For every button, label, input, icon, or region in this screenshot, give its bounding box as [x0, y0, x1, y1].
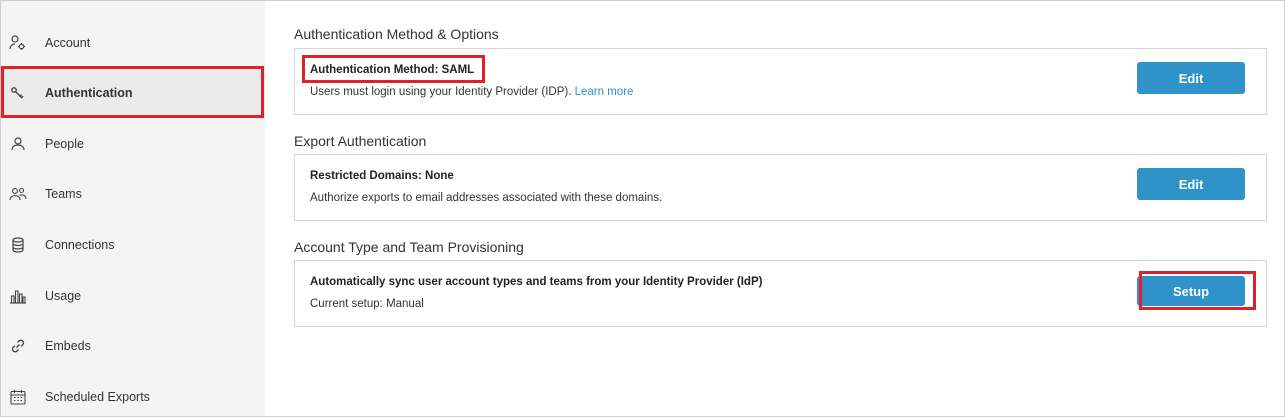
auth-method-title: Authentication Method: SAML: [310, 64, 475, 76]
sidebar-item-account[interactable]: Account: [1, 18, 265, 68]
export-auth-card: Restricted Domains: None Authorize expor…: [294, 154, 1267, 221]
provisioning-title: Automatically sync user account types an…: [310, 276, 763, 288]
sidebar-item-teams[interactable]: Teams: [1, 169, 265, 219]
sidebar-item-label: Connections: [45, 238, 115, 252]
section-title-export-auth: Export Authentication: [294, 133, 427, 149]
edit-auth-method-button[interactable]: Edit: [1137, 62, 1245, 94]
learn-more-link[interactable]: Learn more: [575, 86, 634, 98]
sidebar-item-label: Scheduled Exports: [45, 390, 150, 404]
main-content: Authentication Method & Options Authenti…: [266, 0, 1284, 417]
key-icon: [9, 84, 27, 102]
sidebar-item-label: Teams: [45, 187, 82, 201]
sidebar-item-label: Usage: [45, 289, 82, 303]
person-icon: [9, 135, 27, 153]
sidebar: Account Authentication People Teams Conn…: [1, 1, 265, 416]
sidebar-item-scheduled-exports[interactable]: Scheduled Exports: [1, 372, 265, 417]
auth-method-description: Users must login using your Identity Pro…: [310, 86, 633, 98]
sidebar-item-label: Authentication: [45, 86, 133, 100]
sidebar-item-people[interactable]: People: [1, 119, 265, 169]
sidebar-item-connections[interactable]: Connections: [1, 220, 265, 270]
restricted-domains-description: Authorize exports to email addresses ass…: [310, 192, 663, 204]
teams-icon: [9, 185, 27, 203]
sidebar-item-label: People: [45, 137, 84, 151]
restricted-domains-title: Restricted Domains: None: [310, 170, 454, 182]
calendar-icon: [9, 388, 27, 406]
provisioning-description: Current setup: Manual: [310, 298, 424, 310]
auth-method-desc-text: Users must login using your Identity Pro…: [310, 86, 572, 98]
account-settings-icon: [9, 34, 27, 52]
sidebar-item-label: Account: [45, 36, 91, 50]
edit-export-auth-button[interactable]: Edit: [1137, 168, 1245, 200]
sidebar-item-authentication[interactable]: Authentication: [1, 68, 265, 118]
link-icon: [9, 337, 27, 355]
section-title-provisioning: Account Type and Team Provisioning: [294, 239, 524, 255]
database-icon: [9, 236, 27, 254]
section-title-auth-method: Authentication Method & Options: [294, 26, 499, 42]
sidebar-item-label: Embeds: [45, 339, 91, 353]
sidebar-item-usage[interactable]: Usage: [1, 271, 265, 321]
setup-provisioning-button[interactable]: Setup: [1137, 276, 1245, 306]
auth-method-card: Authentication Method: SAML Users must l…: [294, 48, 1267, 115]
provisioning-card: Automatically sync user account types an…: [294, 260, 1267, 327]
bar-chart-icon: [9, 287, 27, 305]
sidebar-item-embeds[interactable]: Embeds: [1, 321, 265, 371]
